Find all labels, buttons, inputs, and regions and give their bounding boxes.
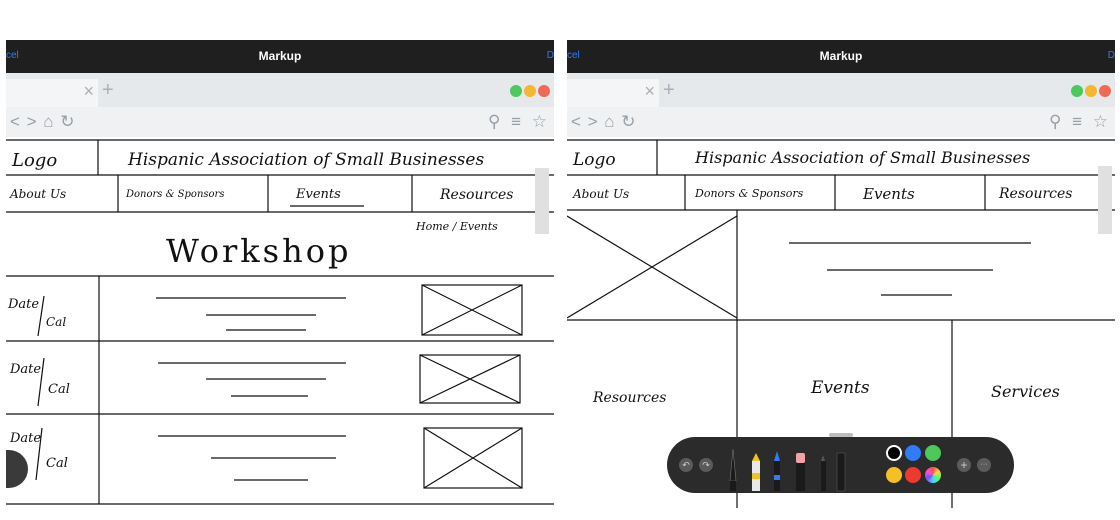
nav-events[interactable]: Events bbox=[863, 185, 915, 203]
color-green-swatch[interactable] bbox=[925, 445, 941, 461]
nav-donors-sponsors[interactable]: Donors & Sponsors bbox=[695, 187, 803, 200]
nav-about-us[interactable]: About Us bbox=[10, 187, 66, 201]
pen-icon bbox=[729, 448, 737, 491]
add-icon[interactable]: + bbox=[957, 458, 971, 472]
site-title: Hispanic Association of Small Businesses bbox=[128, 150, 485, 170]
color-black-swatch[interactable] bbox=[886, 445, 902, 461]
row-date-label: Date bbox=[8, 297, 40, 312]
section-resources[interactable]: Resources bbox=[593, 390, 666, 406]
row-cal-label: Cal bbox=[46, 315, 67, 329]
row-date-label: Date bbox=[10, 362, 42, 377]
nav-resources[interactable]: Resources bbox=[440, 187, 513, 203]
scrollbar[interactable] bbox=[535, 168, 549, 234]
row-cal-label: Cal bbox=[46, 456, 68, 471]
eraser-icon bbox=[796, 453, 805, 491]
pencil-icon bbox=[774, 451, 780, 491]
ruler-icon bbox=[836, 452, 846, 492]
logo-label: Logo bbox=[12, 150, 58, 171]
markup-panel-left: cel Markup D × + < > ⌂ ↻ ⚲ ≡ ☆ Logo Hisp… bbox=[6, 40, 554, 508]
section-events[interactable]: Events bbox=[811, 378, 870, 398]
site-title: Hispanic Association of Small Businesses bbox=[695, 148, 1031, 167]
nav-about-us[interactable]: About Us bbox=[573, 187, 629, 201]
nav-donors-sponsors[interactable]: Donors & Sponsors bbox=[126, 189, 224, 200]
row-date-label: Date bbox=[10, 431, 42, 446]
breadcrumb[interactable]: Home / Events bbox=[416, 220, 498, 233]
color-blue-swatch[interactable] bbox=[905, 445, 921, 461]
drawing-tools bbox=[729, 448, 846, 492]
logo-label: Logo bbox=[573, 150, 616, 170]
color-red-swatch[interactable] bbox=[905, 467, 921, 483]
section-services[interactable]: Services bbox=[991, 382, 1060, 401]
undo-icon[interactable]: ↶ bbox=[679, 458, 693, 472]
page-heading: Workshop bbox=[166, 232, 352, 270]
nav-events[interactable]: Events bbox=[296, 187, 341, 202]
color-yellow-swatch[interactable] bbox=[886, 467, 902, 483]
scrollbar[interactable] bbox=[1098, 166, 1112, 234]
more-icon[interactable]: ··· bbox=[977, 458, 991, 472]
lasso-icon bbox=[821, 455, 826, 491]
wireframe-lines bbox=[6, 139, 554, 505]
redo-icon[interactable]: ↷ bbox=[699, 458, 713, 472]
row-cal-label: Cal bbox=[48, 382, 70, 397]
highlighter-icon bbox=[752, 453, 760, 491]
markup-toolbar: ↶ ↷ + ··· bbox=[667, 433, 1014, 493]
markup-panel-right: cel Markup D × + < > ⌂ ↻ ⚲ ≡ ☆ Logo Hisp… bbox=[567, 40, 1115, 508]
nav-resources[interactable]: Resources bbox=[999, 186, 1072, 202]
color-picker-icon[interactable] bbox=[925, 467, 941, 483]
